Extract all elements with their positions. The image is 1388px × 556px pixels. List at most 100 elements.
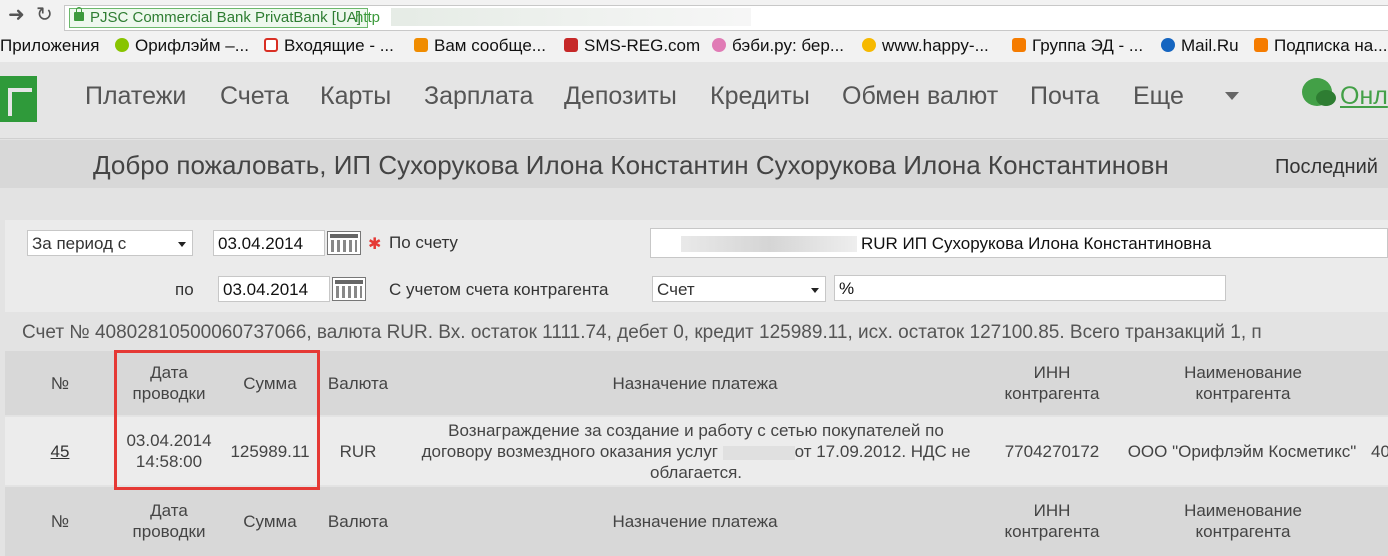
purpose-part: договору возмездного оказания услуг: [421, 442, 718, 461]
col-currency: Валюта: [327, 512, 389, 531]
welcome-text: Добро пожаловать, ИП Сухорукова Илона Ко…: [93, 150, 1169, 180]
contragent-select[interactable]: Счет: [652, 276, 826, 302]
table-footer-header: № Дата проводки Сумма Валюта Назначение …: [5, 487, 1388, 556]
blogger-icon: [1254, 38, 1268, 52]
bookmark-label: Входящие - ...: [284, 36, 394, 55]
chevron-down-icon[interactable]: [1225, 92, 1239, 100]
bookmarks-bar: Приложения Орифлэйм –... Входящие - ... …: [0, 32, 1388, 63]
col-inn: ИНН контрагента: [1004, 501, 1100, 541]
nav-deposits[interactable]: Депозиты: [564, 82, 677, 111]
calendar-icon[interactable]: [332, 277, 366, 301]
col-posting-date: Дата проводки: [132, 501, 206, 541]
highlight-box: [114, 350, 320, 490]
reload-icon[interactable]: ↻: [36, 4, 53, 26]
account-label: По счету: [389, 233, 458, 252]
privatbank-logo[interactable]: [0, 76, 37, 122]
col-inn: ИНН контрагента: [1004, 363, 1100, 403]
date-to-field[interactable]: 03.04.2014: [218, 276, 330, 302]
bookmark-label: бэби.ру: бер...: [732, 36, 845, 55]
address-bar[interactable]: PJSC Commercial Bank PrivatBank [UA] htt…: [64, 5, 1388, 31]
bookmark-oriflame[interactable]: Орифлэйм –...: [115, 36, 249, 56]
col-purpose: Назначение платежа: [612, 374, 778, 393]
online-chat-link[interactable]: Онл: [1340, 82, 1388, 111]
bookmark-label: SMS-REG.com: [584, 36, 701, 55]
period-select-value: За период с: [32, 234, 127, 253]
col-currency: Валюта: [327, 374, 389, 393]
col-sum: Сумма: [243, 512, 297, 531]
bookmark-label: www.happy-...: [882, 36, 989, 55]
contragent-filter-input[interactable]: %: [834, 275, 1226, 301]
bookmark-label: Орифлэйм –...: [135, 36, 249, 55]
nav-mail[interactable]: Почта: [1030, 82, 1099, 111]
bookmark-label: Группа ЭД - ...: [1032, 36, 1144, 55]
nav-payments[interactable]: Платежи: [85, 82, 186, 111]
chevron-down-icon: [811, 288, 819, 293]
account-summary: Счет № 40802810500060737066, валюта RUR.…: [22, 322, 1262, 343]
back-arrow-icon[interactable]: ➜: [8, 4, 25, 26]
main-navigation: Платежи Счета Карты Зарплата Депозиты Кр…: [0, 62, 1388, 139]
account-number-redacted: [681, 236, 857, 252]
col-number: №: [50, 374, 70, 393]
secure-site-badge[interactable]: PJSC Commercial Bank PrivatBank [UA]: [69, 7, 368, 28]
contract-number-redacted: [722, 445, 795, 460]
nav-salary[interactable]: Зарплата: [424, 82, 533, 111]
statement-filters: За период с 03.04.2014 ✱ По счету RUR ИП…: [5, 220, 1388, 312]
nav-more[interactable]: Еще: [1133, 82, 1184, 111]
lock-icon: [74, 7, 84, 21]
row-extra: 40: [1371, 442, 1388, 461]
calendar-icon[interactable]: [327, 231, 361, 255]
contragent-select-value: Счет: [657, 280, 695, 299]
bookmark-group-ed[interactable]: Группа ЭД - ...: [1012, 36, 1143, 56]
bookmark-label: Приложения: [0, 36, 100, 55]
col-number: №: [50, 512, 70, 531]
bookmark-odnoklassniki[interactable]: Вам сообще...: [414, 36, 546, 56]
nav-accounts[interactable]: Счета: [220, 82, 289, 111]
purpose-line: облагается.: [650, 463, 742, 482]
row-purpose: Вознаграждение за создание и работу с се…: [401, 420, 991, 483]
bookmark-subscription[interactable]: Подписка на...: [1254, 36, 1387, 56]
bookmark-label: Вам сообще...: [434, 36, 546, 55]
last-login-label: Последний: [1275, 156, 1378, 178]
happy-icon: [862, 38, 876, 52]
bookmark-mail-ru[interactable]: Mail.Ru: [1161, 36, 1239, 56]
purpose-line: договору возмездного оказания услуг от 1…: [401, 441, 991, 462]
baby-ru-icon: [712, 38, 726, 52]
bookmark-baby-ru[interactable]: бэби.ру: бер...: [712, 36, 844, 56]
purpose-part: от 17.09.2012. НДС не: [794, 442, 971, 461]
row-number[interactable]: 45: [51, 442, 70, 461]
chevron-down-icon: [178, 242, 186, 247]
row-currency: RUR: [339, 442, 377, 461]
blogger-icon: [1012, 38, 1026, 52]
to-label: по: [175, 280, 194, 299]
row-contragent-name: ООО "Орифлэйм Косметикс": [1127, 442, 1357, 461]
bookmark-label: Подписка на...: [1274, 36, 1388, 55]
welcome-bar: Добро пожаловать, ИП Сухорукова Илона Ко…: [0, 140, 1388, 188]
odnoklassniki-icon: [414, 38, 428, 52]
account-select[interactable]: RUR ИП Сухорукова Илона Константиновна: [650, 228, 1388, 258]
row-number-link[interactable]: 45: [45, 441, 75, 462]
bookmark-label: Mail.Ru: [1181, 36, 1239, 55]
nav-credits[interactable]: Кредиты: [710, 82, 810, 111]
account-select-value: RUR ИП Сухорукова Илона Константиновна: [861, 234, 1212, 253]
row-inn: 7704270172: [1004, 442, 1100, 461]
bookmark-apps[interactable]: Приложения: [0, 36, 99, 56]
site-identity: PJSC Commercial Bank PrivatBank [UA]: [90, 9, 361, 26]
col-purpose: Назначение платежа: [612, 512, 778, 531]
online-chat-icon[interactable]: [1302, 78, 1336, 106]
gmail-icon: [264, 38, 278, 52]
sms-reg-icon: [564, 38, 578, 52]
nav-cards[interactable]: Карты: [320, 82, 391, 111]
contragent-account-label: С учетом счета контрагента: [389, 280, 609, 299]
period-select[interactable]: За период с: [27, 230, 193, 256]
url-text: http: [355, 9, 381, 26]
bookmark-sms-reg[interactable]: SMS-REG.com: [564, 36, 700, 56]
bookmark-gmail[interactable]: Входящие - ...: [264, 36, 394, 56]
nav-currency-exchange[interactable]: Обмен валют: [842, 82, 998, 111]
date-from-field[interactable]: 03.04.2014: [213, 230, 325, 256]
required-icon: ✱: [368, 236, 382, 253]
bookmark-happy[interactable]: www.happy-...: [862, 36, 989, 56]
purpose-line: Вознаграждение за создание и работу с се…: [448, 421, 944, 440]
mail-ru-icon: [1161, 38, 1175, 52]
browser-toolbar: ➜ ↻ PJSC Commercial Bank PrivatBank [UA]…: [0, 0, 1388, 32]
col-contragent-name: Наименование контрагента: [1184, 501, 1302, 541]
